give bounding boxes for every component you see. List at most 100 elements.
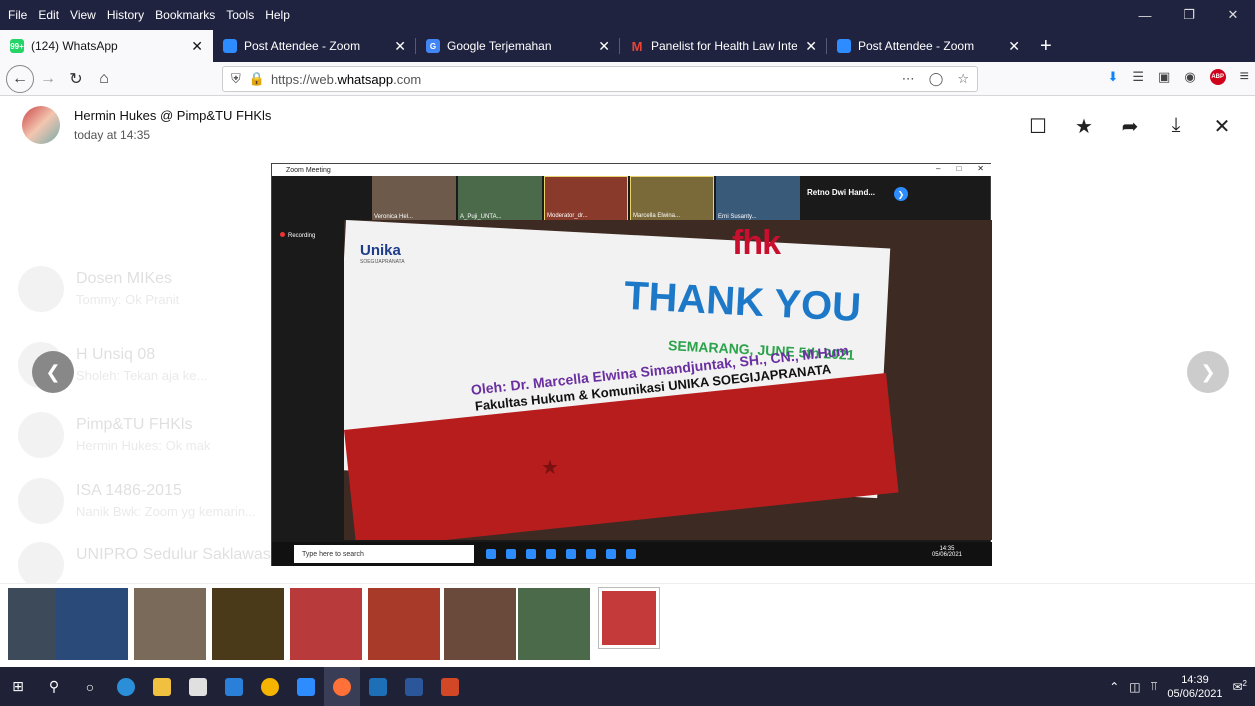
menu-tools[interactable]: Tools (226, 8, 254, 22)
chat-name: Pimp&TU FHKls (76, 416, 193, 433)
home-button[interactable]: ⌂ (90, 65, 118, 93)
back-button[interactable]: ← (6, 64, 34, 93)
star-icon: ★ (541, 457, 559, 479)
battery-icon[interactable]: ◫ (1129, 680, 1140, 694)
tab-zoom-1[interactable]: Post Attendee - Zoom ✕ (213, 30, 416, 62)
menu-history[interactable]: History (107, 8, 144, 22)
close-tab-icon[interactable]: ✕ (394, 38, 406, 55)
tab-strip: 99+ (124) WhatsApp ✕ Post Attendee - Zoo… (0, 30, 1255, 62)
tab-title: Post Attendee - Zoom (858, 39, 975, 53)
tab-zoom-2[interactable]: Post Attendee - Zoom ✕ (827, 30, 1030, 62)
mail-icon[interactable] (216, 667, 252, 706)
participant-thumb: Erni Susanty... (716, 176, 800, 222)
account-icon[interactable]: ◉ (1184, 69, 1195, 85)
chevron-up-icon[interactable]: ⌃ (1109, 680, 1119, 694)
close-icon[interactable]: ✕ (1211, 114, 1233, 139)
avatar[interactable] (22, 106, 60, 144)
cortana-icon[interactable]: ○ (72, 667, 108, 706)
pocket-icon[interactable]: ◯ (929, 71, 944, 87)
file-explorer-icon[interactable] (144, 667, 180, 706)
menu-view[interactable]: View (70, 8, 96, 22)
library-icon[interactable]: ☰ (1132, 69, 1144, 85)
downloads-icon[interactable]: ⬇ (1107, 69, 1118, 85)
zoom-window-title: Zoom Meeting (286, 166, 331, 174)
participant-thumb: A_Puji_UNTA... (458, 176, 542, 222)
forward-icon[interactable]: ➦ (1119, 114, 1141, 139)
url-bar[interactable]: ⛨ 🔒 https://web. whatsapp .com ⋯ ◯ ☆ (222, 66, 978, 92)
previous-media-button[interactable]: ❮ (32, 351, 74, 393)
new-tab-button[interactable]: + (1030, 30, 1062, 62)
go-to-message-icon[interactable]: ☐ (1027, 114, 1049, 139)
notification-center-icon[interactable]: ✉2 (1232, 679, 1247, 694)
page-actions-icon[interactable]: ⋯ (902, 71, 915, 87)
close-tab-icon[interactable]: ✕ (191, 38, 203, 55)
photos-icon[interactable] (360, 667, 396, 706)
embedded-taskbar: Type here to search 14:35 05/06/2021 (272, 542, 992, 566)
tab-title: (124) WhatsApp (31, 39, 118, 53)
sidebar-icon[interactable]: ▣ (1158, 69, 1170, 85)
media-thumbnail[interactable] (368, 588, 440, 660)
media-thumbnail[interactable] (134, 588, 206, 660)
lock-icon[interactable]: 🔒 (249, 71, 265, 87)
menu-hamburger-icon[interactable]: ≡ (1240, 68, 1249, 86)
forward-button[interactable]: → (34, 65, 62, 93)
chat-preview: Hermin Hukes: Ok mak (76, 438, 211, 453)
zoom-icon (837, 39, 851, 53)
adblock-icon[interactable]: ABP (1209, 69, 1226, 85)
windows-start-icon[interactable]: ⊞ (0, 667, 36, 706)
menu-help[interactable]: Help (265, 8, 290, 22)
close-tab-icon[interactable]: ✕ (598, 38, 610, 55)
menu-edit[interactable]: Edit (38, 8, 59, 22)
chevron-right-icon: ❯ (894, 187, 908, 201)
system-clock[interactable]: 14:39 05/06/2021 (1167, 673, 1222, 701)
media-thumbnail[interactable] (518, 588, 590, 660)
next-media-button[interactable]: ❯ (1187, 351, 1229, 393)
download-icon[interactable]: ⤓ (1165, 114, 1187, 139)
message-time: today at 14:35 (74, 128, 151, 142)
menu-bookmarks[interactable]: Bookmarks (155, 8, 215, 22)
tab-gmail[interactable]: M Panelist for Health Law Internat ✕ (620, 30, 827, 62)
window-controls: — ❐ ✕ (1123, 0, 1255, 30)
zoom-icon[interactable] (288, 667, 324, 706)
participant-thumb: Moderator_dr... (544, 176, 628, 222)
chat-preview: Tommy: Ok Pranit (76, 292, 180, 307)
media-thumbnail[interactable] (56, 588, 128, 660)
close-tab-icon[interactable]: ✕ (1008, 38, 1020, 55)
minimize-icon[interactable]: — (1123, 0, 1167, 30)
close-tab-icon[interactable]: ✕ (805, 38, 817, 55)
edge-icon[interactable] (108, 667, 144, 706)
menu-bar: File Edit View History Bookmarks Tools H… (0, 0, 1255, 30)
media-thumbnail[interactable] (290, 588, 362, 660)
chat-name: ISA 1486-2015 (76, 482, 182, 499)
notification-count: 2 (1242, 679, 1247, 688)
star-icon[interactable]: ★ (1073, 114, 1095, 139)
navigation-bar: ← → ↻ ⌂ ⛨ 🔒 https://web. whatsapp .com ⋯ ◯… (0, 62, 1255, 96)
media-thumbnail[interactable] (444, 588, 516, 660)
firefox-icon[interactable] (324, 667, 360, 706)
tab-google-translate[interactable]: G Google Terjemahan ✕ (416, 30, 620, 62)
close-window-icon[interactable]: ✕ (1211, 0, 1255, 30)
search-icon[interactable]: ⚲ (36, 667, 72, 706)
spotlight-name: Retno Dwi Hand... (807, 188, 875, 197)
chrome-icon[interactable] (252, 667, 288, 706)
reload-button[interactable]: ↻ (62, 65, 90, 93)
word-icon[interactable] (396, 667, 432, 706)
chat-name: Dosen MIKes (76, 270, 173, 287)
media-thumbnail-strip (0, 583, 1255, 667)
bookmark-star-icon[interactable]: ☆ (957, 71, 969, 87)
tab-whatsapp[interactable]: 99+ (124) WhatsApp ✕ (0, 30, 213, 62)
media-thumbnail[interactable] (212, 588, 284, 660)
store-icon[interactable] (180, 667, 216, 706)
restore-icon[interactable]: ❐ (1167, 0, 1211, 30)
chat-name: UNIPRO Sedulur Saklawase (76, 546, 280, 563)
media-thumbnail-selected[interactable] (598, 587, 660, 649)
recording-indicator: Recording (280, 232, 315, 239)
shared-slide: Unika SOEGIJAPRANATA fhk THANK YOU SEMARA… (344, 220, 992, 540)
wifi-icon[interactable]: ⫪ (1151, 679, 1158, 694)
menu-file[interactable]: File (8, 8, 27, 22)
zoom-icon (223, 39, 237, 53)
participant-thumb: Marcella Elwina... (630, 176, 714, 222)
shield-icon[interactable]: ⛨ (231, 71, 241, 87)
powerpoint-icon[interactable] (432, 667, 468, 706)
chat-name: H Unsiq 08 (76, 346, 156, 363)
